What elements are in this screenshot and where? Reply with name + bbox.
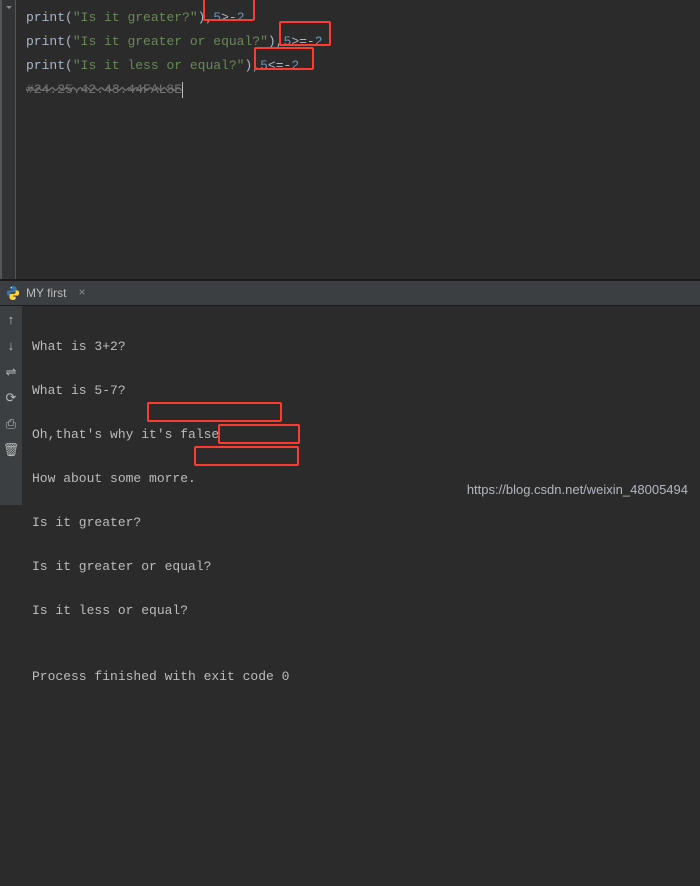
code-line[interactable]: print("Is it greater?"),5>-2 [26,6,690,30]
console-line: Process finished with exit code 0 [32,666,690,688]
editor-pane: print("Is it greater?"),5>-2 print("Is i… [0,0,700,280]
code-line[interactable]: print("Is it less or equal?"),5<=-2 [26,54,690,78]
console-line: Is it greater? [32,512,690,534]
string-token: Is it greater? [81,10,190,25]
code-line[interactable]: print("Is it greater or equal?"),5>=-2 [26,30,690,54]
fn-token: print [26,34,65,49]
op-token: >- [221,10,237,25]
code-line[interactable]: #24.25.42.43.44FALSE [26,78,690,102]
close-icon[interactable]: × [78,286,85,300]
console-line: Is it greater or equal? [32,556,690,578]
run-toolbar: ↑ ↓ ⇌ ⟳ ⎙ 🗑 [0,306,22,505]
string-token: Is it less or equal? [81,58,237,73]
watermark-text: https://blog.csdn.net/weixin_48005494 [467,479,688,501]
run-tool-header: MY first × [0,280,700,306]
trash-icon[interactable]: 🗑 [3,442,19,458]
text-cursor [182,82,183,98]
op-token: <=- [268,58,291,73]
console-line: What is 3+2? [32,336,690,358]
run-tab-title[interactable]: MY first [26,286,66,300]
output-pane: ↑ ↓ ⇌ ⟳ ⎙ 🗑 What is 3+2? What is 5-7? Oh… [0,306,700,505]
highlight-box [147,402,282,422]
string-token: Is it greater or equal? [81,34,260,49]
print-icon[interactable]: ⎙ [3,416,19,432]
fn-token: print [26,10,65,25]
num-token: 5 [260,58,268,73]
highlight-box [194,446,299,466]
fold-arrow-icon[interactable] [6,6,12,9]
arrow-down-icon[interactable]: ↓ [3,338,19,354]
wrap-icon[interactable]: ⇌ [3,364,19,380]
arrow-up-icon[interactable]: ↑ [3,312,19,328]
comment-token: #24.25.42.43.44FALSE [26,82,182,97]
fn-token: print [26,58,65,73]
op-token: >=- [291,34,314,49]
reload-icon[interactable]: ⟳ [3,390,19,406]
num-token: 5 [213,10,221,25]
num-token: 2 [237,10,245,25]
num-token: 2 [315,34,323,49]
num-token: 2 [291,58,299,73]
python-icon [6,286,20,300]
console-line: Is it less or equal? [32,600,690,622]
code-area[interactable]: print("Is it greater?"),5>-2 print("Is i… [16,0,700,279]
console-line: Oh,that's why it's false. [32,424,690,446]
console-output[interactable]: What is 3+2? What is 5-7? Oh,that's why … [22,306,700,505]
console-line: What is 5-7? [32,380,690,402]
editor-gutter [0,0,16,279]
